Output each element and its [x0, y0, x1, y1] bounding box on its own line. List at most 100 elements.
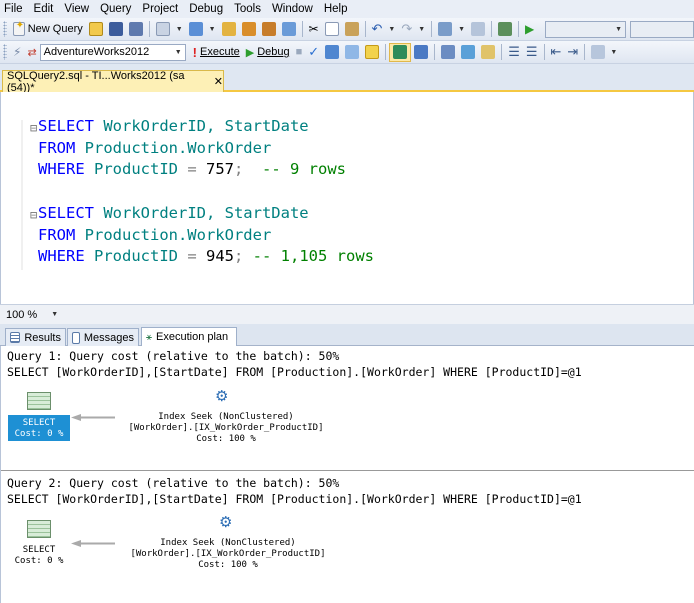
save-all-button[interactable] [126, 20, 146, 39]
results-to-grid-button[interactable] [458, 43, 478, 62]
menu-help[interactable]: Help [324, 3, 348, 15]
select-operator-label[interactable]: SELECT [8, 545, 70, 556]
tab-execution-plan[interactable]: ⚹ Execution plan [141, 327, 237, 346]
new-query-button[interactable]: ✦ New Query [10, 20, 86, 39]
comment-icon: ☰ [508, 44, 520, 59]
separator [501, 44, 503, 60]
cancel-query-button[interactable]: ■ [293, 43, 306, 62]
collapse-icon[interactable]: ⊟ [30, 121, 37, 135]
keyword: FROM [38, 138, 76, 157]
intellisense-button[interactable] [362, 43, 382, 62]
menu-project[interactable]: Project [142, 3, 178, 15]
literal: 757 [206, 160, 234, 178]
index-seek-name: Index Seek (NonClustered) [158, 412, 294, 422]
menu-window[interactable]: Window [272, 3, 313, 15]
solution-config-dropdown[interactable]: ▼ [545, 20, 626, 38]
identifier: WorkOrderID, StartDate [94, 204, 309, 222]
start-button[interactable]: ▶ [522, 20, 537, 39]
outline-margin [21, 120, 23, 270]
toolbar-grip[interactable] [3, 21, 7, 37]
separator [434, 44, 436, 60]
chevron-down-icon[interactable]: ▼ [610, 49, 617, 56]
separator [364, 21, 366, 37]
toolbar-grip[interactable] [3, 44, 7, 60]
menu-tools[interactable]: Tools [234, 3, 261, 15]
menu-view[interactable]: View [64, 3, 89, 15]
analysis-query-button[interactable] [239, 20, 259, 39]
chevron-down-icon: ▼ [174, 48, 182, 56]
execution-plan-icon: ⚹ [146, 331, 152, 343]
debug-button[interactable]: ▶ Debug [243, 43, 293, 62]
menu-debug[interactable]: Debug [189, 3, 223, 15]
navigate-backward-button[interactable]: ▼ [435, 20, 468, 39]
play-icon: ▶ [524, 22, 535, 36]
code-line: FROM Production.WorkOrder [38, 138, 271, 160]
include-actual-plan-button[interactable] [389, 42, 412, 62]
add-item-button[interactable]: ▼ [153, 20, 186, 39]
index-seek-cost: Cost: 100 % [198, 560, 258, 570]
tab-results[interactable]: Results [5, 328, 66, 346]
query-2-header: Query 2: Query cost (relative to the bat… [7, 476, 340, 490]
activity-monitor-button[interactable] [495, 20, 515, 39]
specify-values-button[interactable] [588, 43, 608, 62]
execution-plan-pane[interactable]: Query 1: Query cost (relative to the bat… [0, 346, 694, 603]
close-icon[interactable]: ✕ [214, 75, 223, 88]
indent-button[interactable]: ⇥ [564, 43, 581, 62]
cut-button[interactable]: ✂ [306, 20, 322, 39]
dmx-query-button[interactable] [279, 20, 299, 39]
connect-button[interactable]: ⚡ [10, 43, 24, 62]
project-icon [188, 22, 203, 36]
keyword: SELECT [38, 117, 94, 135]
exclamation-icon: ! [192, 44, 197, 60]
zoom-level[interactable]: 100 % [6, 309, 37, 321]
menu-file[interactable]: File [4, 3, 23, 15]
grid-icon [155, 22, 170, 36]
chevron-down-icon: ▼ [388, 25, 396, 33]
chevron-down-icon: ▼ [418, 25, 426, 33]
change-connection-icon: ⇄ [27, 46, 37, 59]
results-to-file-button[interactable] [478, 43, 498, 62]
index-seek-icon[interactable]: ⚙ [215, 388, 235, 406]
query-designer-button[interactable] [342, 43, 362, 62]
menu-edit[interactable]: Edit [34, 3, 54, 15]
comment-button[interactable]: ☰ [505, 43, 523, 62]
query-editor[interactable]: ⊟ SELECT WorkOrderID, StartDate FROM Pro… [0, 92, 694, 304]
index-seek-name: Index Seek (NonClustered) [160, 538, 296, 548]
db-engine-query-button[interactable] [219, 20, 239, 39]
indent-icon: ⇥ [567, 44, 579, 59]
undo-button[interactable]: ↶ ▼ [369, 20, 399, 39]
document-tab[interactable]: SQLQuery2.sql - TI...Works2012 (sa (54))… [2, 69, 224, 94]
collapse-icon[interactable]: ⊟ [30, 208, 37, 222]
code-line: FROM Production.WorkOrder [38, 225, 271, 247]
new-project-button[interactable]: ▼ [186, 20, 219, 39]
intellisense-icon [365, 45, 380, 59]
keyword: WHERE [38, 247, 85, 265]
copy-button[interactable] [322, 20, 342, 39]
menu-query[interactable]: Query [100, 3, 131, 15]
save-button[interactable] [106, 20, 126, 39]
live-statistics-button[interactable] [411, 43, 431, 62]
find-box[interactable] [630, 20, 694, 38]
database-dropdown[interactable]: AdventureWorks2012 ▼ [39, 43, 186, 61]
tab-messages[interactable]: Messages [67, 328, 139, 346]
keyword: SELECT [38, 204, 94, 222]
paste-button[interactable] [342, 20, 362, 39]
outdent-button[interactable]: ⇤ [548, 43, 565, 62]
chevron-down-icon: ▼ [615, 25, 622, 33]
open-file-button[interactable] [86, 20, 106, 39]
uncomment-button[interactable]: ☰ [523, 43, 541, 62]
navigate-forward-button[interactable] [468, 20, 488, 39]
change-connection-button[interactable]: ⇄ [24, 43, 39, 62]
execute-button[interactable]: ! Execute [190, 43, 243, 62]
results-to-text-button[interactable] [438, 43, 458, 62]
parse-button[interactable]: ✓ [305, 43, 322, 62]
document-tab-title: SQLQuery2.sql - TI...Works2012 (sa (54))… [7, 69, 185, 94]
display-plan-button[interactable] [322, 43, 342, 62]
index-seek-icon[interactable]: ⚙ [219, 514, 239, 532]
text-results-icon [441, 45, 456, 59]
chevron-down-icon[interactable]: ▼ [51, 311, 58, 318]
redo-button[interactable]: ↷ ▼ [398, 20, 428, 39]
separator [491, 21, 493, 37]
mdx-query-button[interactable] [259, 20, 279, 39]
save-all-icon [128, 22, 143, 36]
